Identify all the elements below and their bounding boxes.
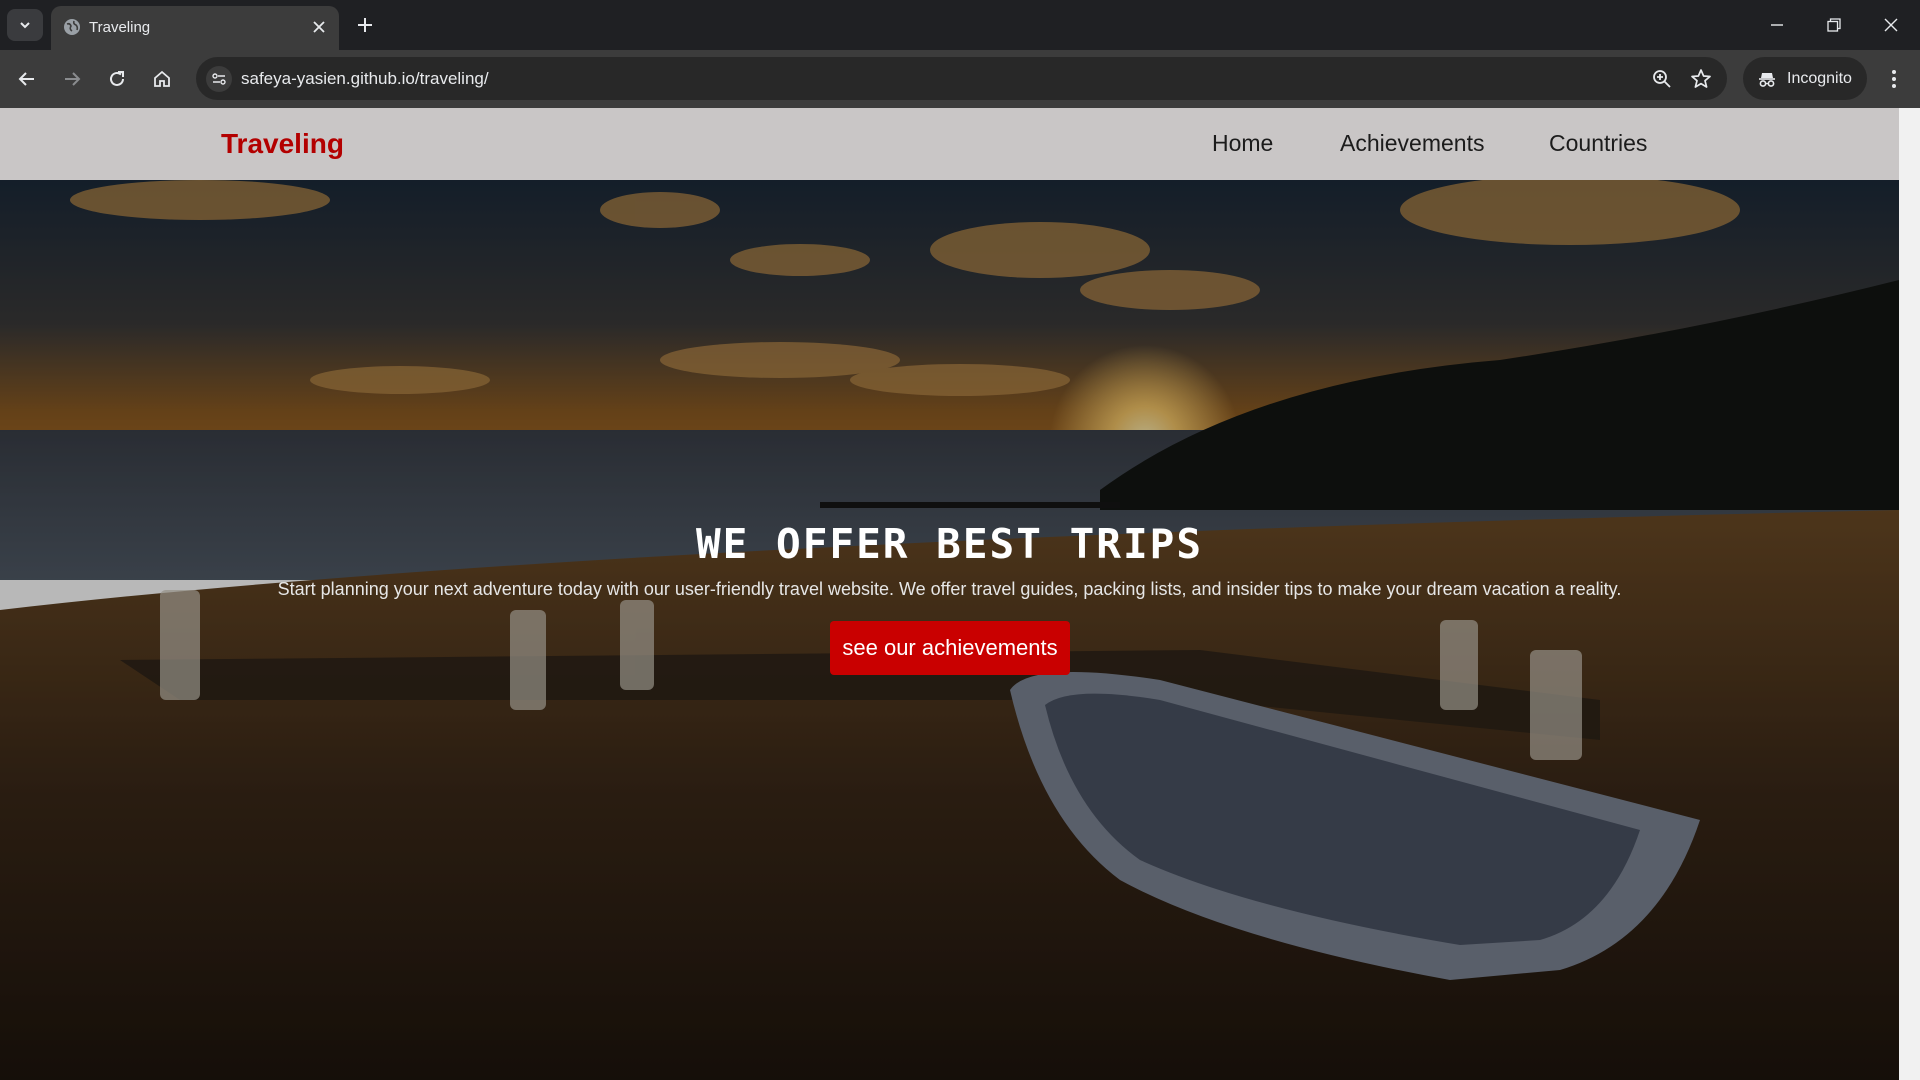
plus-icon — [358, 18, 372, 32]
incognito-badge[interactable]: Incognito — [1743, 57, 1867, 100]
new-tab-button[interactable] — [353, 13, 377, 37]
site-info-icon — [212, 73, 226, 85]
more-vert-icon — [1892, 70, 1896, 88]
home-icon — [154, 70, 170, 87]
incognito-icon — [1759, 73, 1775, 87]
forward-icon — [65, 72, 81, 86]
incognito-label: Incognito — [1787, 70, 1852, 87]
chevron-down-icon — [20, 22, 30, 29]
minimize-button[interactable] — [1762, 10, 1792, 40]
restore-button[interactable] — [1819, 10, 1849, 40]
url-text[interactable]: safeya-yasien.github.io/traveling/ — [241, 69, 489, 89]
tab-close-button[interactable] — [309, 17, 329, 37]
reload-button[interactable] — [103, 65, 131, 93]
reload-icon — [110, 71, 124, 86]
browser-menu-button[interactable] — [1880, 65, 1908, 93]
site-header: Traveling Home Achievements Countries — [0, 108, 1899, 180]
nav-link-countries[interactable]: Countries — [1549, 130, 1647, 157]
home-button[interactable] — [148, 65, 176, 93]
zoom-icon[interactable] — [1651, 68, 1673, 90]
address-bar[interactable]: safeya-yasien.github.io/traveling/ — [196, 57, 1727, 100]
hero-title: WE OFFER BEST TRIPS — [696, 520, 1203, 568]
window-close-button[interactable] — [1876, 10, 1906, 40]
hero-section: WE OFFER BEST TRIPS Start planning your … — [0, 180, 1899, 1080]
close-icon — [313, 21, 325, 33]
window-close-icon — [1884, 18, 1898, 32]
tab-list-button[interactable] — [7, 9, 43, 41]
nav-link-home[interactable]: Home — [1212, 130, 1273, 157]
minimize-icon — [1771, 24, 1783, 26]
see-achievements-button[interactable]: see our achievements — [830, 621, 1070, 675]
browser-tab[interactable]: Traveling — [51, 6, 339, 50]
hero-description: Start planning your next adventure today… — [277, 579, 1622, 599]
site-info-button[interactable] — [206, 66, 232, 92]
browser-tab-bar: Traveling — [0, 0, 1920, 50]
nav-link-achievements[interactable]: Achievements — [1340, 130, 1484, 157]
tab-title: Traveling — [89, 19, 151, 36]
restore-icon — [1827, 18, 1841, 32]
back-button[interactable] — [13, 65, 41, 93]
globe-icon — [64, 19, 80, 35]
page-viewport: Traveling Home Achievements Countries WE… — [0, 108, 1899, 1080]
browser-toolbar: safeya-yasien.github.io/traveling/ Incog… — [0, 50, 1920, 108]
star-icon[interactable] — [1689, 67, 1713, 91]
site-logo[interactable]: Traveling — [221, 128, 344, 160]
back-icon — [18, 72, 34, 86]
forward-button[interactable] — [58, 65, 86, 93]
page-scrollbar[interactable] — [1899, 108, 1920, 1080]
